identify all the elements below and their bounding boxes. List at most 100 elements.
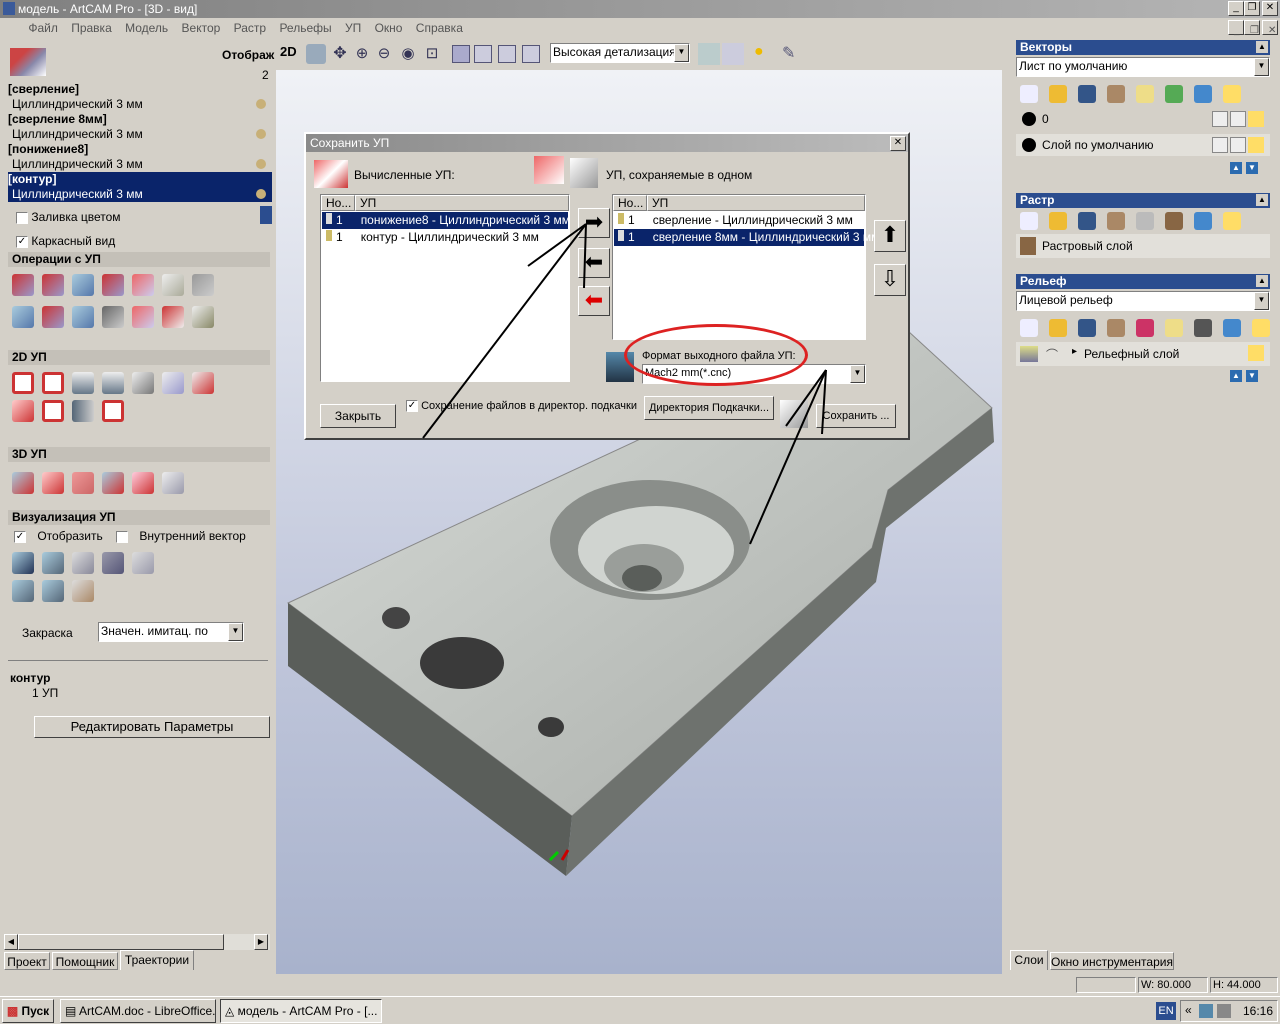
save-sim-icon[interactable] <box>72 580 94 602</box>
wireframe-checkbox[interactable]: ✓ <box>16 235 28 248</box>
new-layer-icon[interactable] <box>1020 212 1038 230</box>
toolpath-item[interactable]: [сверление] Циллиндрический 3 мм <box>8 82 272 112</box>
check-icon[interactable] <box>162 472 184 494</box>
paste-icon[interactable] <box>1107 212 1125 230</box>
arrow-up-icon[interactable]: ▲ <box>1230 370 1242 382</box>
start-button[interactable]: ▩ Пуск <box>2 999 54 1023</box>
toolpath-op-icon[interactable] <box>12 306 34 328</box>
relief-layer-row[interactable]: ⌒ ▸ Рельефный слой <box>1016 342 1270 366</box>
light-icon[interactable] <box>1136 85 1154 103</box>
layer-row[interactable]: Слой по умолчанию <box>1016 134 1270 156</box>
arrow-up-icon[interactable]: ▲ <box>1230 162 1242 174</box>
bulb-icon[interactable] <box>1252 319 1270 337</box>
toolpath-op-icon[interactable] <box>132 306 154 328</box>
toolpath-item[interactable]: [сверление 8мм] Циллиндрический 3 мм <box>8 112 272 142</box>
toolpath-item[interactable]: [понижение8] Циллиндрический 3 мм <box>8 142 272 172</box>
merge-icon[interactable] <box>1165 85 1183 103</box>
blend-icon[interactable]: ⌒ <box>1046 346 1064 362</box>
new-layer-icon[interactable] <box>1020 85 1038 103</box>
tab-layers[interactable]: Слои <box>1010 950 1048 970</box>
pencil-icon[interactable] <box>102 472 124 494</box>
toolpath-op-icon[interactable] <box>42 274 64 296</box>
simulate-icon[interactable] <box>102 552 124 574</box>
close-button[interactable]: ✕ <box>1262 1 1278 16</box>
zlevel-icon[interactable] <box>42 472 64 494</box>
save-sim-icon[interactable] <box>12 580 34 602</box>
viz-show-row[interactable]: ✓ Отобразить <box>14 529 103 543</box>
relief-select[interactable]: Лицевой рельеф ▼ <box>1016 291 1270 311</box>
menu-edit[interactable]: Правка <box>66 18 117 38</box>
feature3d-icon[interactable] <box>132 472 154 494</box>
menu-help[interactable]: Справка <box>411 18 468 38</box>
bulb-icon[interactable] <box>1223 212 1241 230</box>
save-icon[interactable] <box>1078 85 1096 103</box>
tab-project[interactable]: Проект <box>4 952 50 970</box>
open-icon[interactable] <box>1049 319 1067 337</box>
network-icon[interactable] <box>1199 1004 1213 1018</box>
language-indicator[interactable]: EN <box>1156 1002 1176 1020</box>
light-icon[interactable] <box>1165 319 1183 337</box>
layer-color-icon[interactable] <box>1022 112 1036 126</box>
tslot-icon[interactable] <box>42 400 64 422</box>
color-button[interactable] <box>260 206 272 224</box>
mdi-minimize-button[interactable]: _ <box>1228 20 1244 36</box>
pen-icon[interactable] <box>1230 111 1246 127</box>
delete-icon[interactable] <box>1194 85 1212 103</box>
viz-inner-checkbox[interactable] <box>116 530 128 543</box>
edit-params-button[interactable]: Редактировать Параметры <box>34 716 270 738</box>
pen-icon[interactable] <box>1230 137 1246 153</box>
task-artcam[interactable]: ◬ модель - ArtCAM Pro - [... <box>220 999 382 1023</box>
minimize-button[interactable]: _ <box>1228 1 1244 16</box>
viz-show-checkbox[interactable]: ✓ <box>14 530 26 543</box>
expand-tray-icon[interactable]: « <box>1185 1003 1192 1017</box>
machine-icon[interactable] <box>102 400 124 422</box>
tab-toolpaths[interactable]: Траектории <box>120 950 194 970</box>
pocket-icon[interactable] <box>42 372 64 394</box>
paste-icon[interactable] <box>1107 319 1125 337</box>
layer-row[interactable]: 0 <box>1016 108 1270 130</box>
expand-icon[interactable]: ▸ <box>1072 346 1077 357</box>
fill-color-checkbox[interactable] <box>16 211 28 224</box>
scroll-right-button[interactable]: ▶ <box>254 934 268 950</box>
paste-icon[interactable] <box>1107 85 1125 103</box>
vcarve-icon[interactable] <box>72 372 94 394</box>
save-sim-icon[interactable] <box>42 580 64 602</box>
delete-icon[interactable] <box>1223 319 1241 337</box>
camera-icon[interactable] <box>1194 319 1212 337</box>
toolpath-op-icon[interactable] <box>162 306 184 328</box>
raster-layer-row[interactable]: Растровый слой <box>1016 234 1270 258</box>
menu-vector[interactable]: Вектор <box>177 18 226 38</box>
layer-color-icon[interactable] <box>1022 138 1036 152</box>
simulate-icon[interactable] <box>132 552 154 574</box>
bulb-icon[interactable] <box>1223 85 1241 103</box>
grey-icon[interactable] <box>1136 212 1154 230</box>
toolpath-op-icon[interactable] <box>192 306 214 328</box>
lock-icon[interactable] <box>1212 137 1228 153</box>
bulb-icon[interactable] <box>1248 345 1264 361</box>
tab-toolbox[interactable]: Окно инструментария <box>1050 952 1174 970</box>
rest-icon[interactable] <box>72 472 94 494</box>
toolpath-op-icon[interactable] <box>72 306 94 328</box>
sequence-icon[interactable] <box>12 400 34 422</box>
toolpath-op-icon[interactable] <box>12 274 34 296</box>
feature-icon[interactable] <box>72 400 94 422</box>
shading-select[interactable]: Значен. имитац. по ▼ <box>98 622 244 642</box>
menu-file[interactable]: Файл <box>23 18 63 38</box>
profile-icon[interactable] <box>12 372 34 394</box>
vectors-sheet-select[interactable]: Лист по умолчанию ▼ <box>1016 57 1270 77</box>
collapse-icon[interactable]: ▲ <box>1256 41 1268 53</box>
menu-reliefs[interactable]: Рельефы <box>274 18 336 38</box>
task-libreoffice[interactable]: ▤ ArtCAM.doc - LibreOffice... <box>60 999 216 1023</box>
mdi-close-button[interactable]: ✕ <box>1262 20 1278 36</box>
viz-inner-row[interactable]: Внутренний вектор <box>116 529 246 543</box>
restore-button[interactable]: ❐ <box>1244 1 1260 16</box>
bulb-icon[interactable] <box>1248 111 1264 127</box>
machine-relief-icon[interactable] <box>12 472 34 494</box>
drill-icon[interactable] <box>162 372 184 394</box>
scroll-thumb[interactable] <box>18 934 224 950</box>
menu-model[interactable]: Модель <box>120 18 173 38</box>
collapse-icon[interactable]: ▲ <box>1256 194 1268 206</box>
toolpath-op-icon[interactable] <box>72 274 94 296</box>
engrave-icon[interactable] <box>132 372 154 394</box>
toolpath-op-icon[interactable] <box>102 306 124 328</box>
